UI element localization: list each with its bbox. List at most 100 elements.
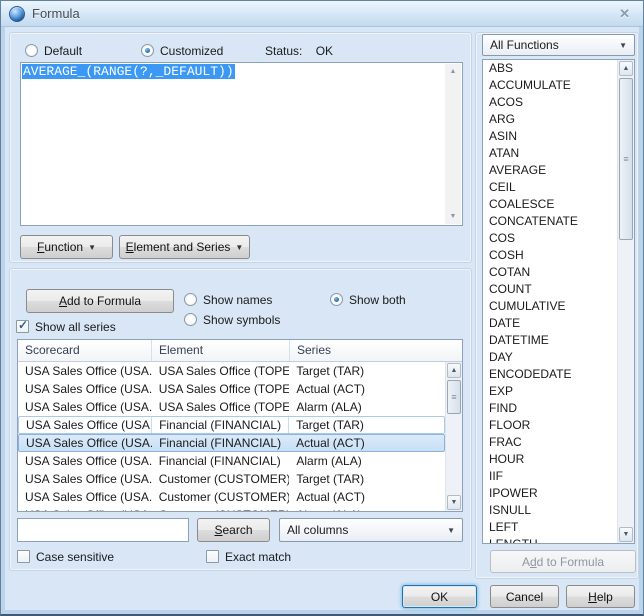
- function-list-scrollbar[interactable]: ▲ ≡ ▼: [617, 60, 634, 543]
- table-cell: USA Sales Office (USA...: [18, 506, 152, 511]
- function-list-item[interactable]: ISNULL: [483, 502, 617, 519]
- table-row[interactable]: USA Sales Office (USA...Customer (CUSTOM…: [18, 488, 445, 506]
- table-cell: Financial (FINANCIAL): [152, 417, 290, 433]
- checkbox-show-all-series[interactable]: Show all series: [16, 318, 116, 334]
- function-list-item[interactable]: DATETIME: [483, 332, 617, 349]
- function-list-item[interactable]: FLOOR: [483, 417, 617, 434]
- radio-default-label: Default: [44, 43, 83, 58]
- scroll-up-icon[interactable]: ▲: [447, 363, 461, 378]
- function-list-item[interactable]: LENGTH: [483, 536, 617, 543]
- table-row[interactable]: USA Sales Office (USA... Financial (FINAN…: [18, 416, 445, 434]
- table-cell: Actual (ACT): [296, 490, 366, 504]
- scroll-down-icon[interactable]: ▼: [447, 495, 461, 510]
- cancel-button[interactable]: Cancel: [490, 585, 559, 608]
- function-list-item[interactable]: EXP: [483, 383, 617, 400]
- radio-show-symbols[interactable]: Show symbols: [184, 312, 280, 327]
- radio-show-names-icon: [184, 293, 197, 306]
- checkbox-exact-match-icon: [206, 550, 219, 563]
- column-header-series[interactable]: Series: [290, 340, 446, 361]
- add-to-formula-button[interactable]: Add to Formula: [26, 289, 174, 313]
- element-and-series-menu-button[interactable]: Element and Series ▼: [119, 235, 250, 259]
- table-cell: USA Sales Office (USA...: [25, 472, 152, 486]
- function-list-item[interactable]: CONCATENATE: [483, 213, 617, 230]
- ok-button[interactable]: OK: [402, 585, 477, 608]
- radio-customized-icon: [141, 44, 154, 57]
- column-header-element[interactable]: Element: [152, 340, 290, 361]
- function-list-item[interactable]: AVERAGE: [483, 162, 617, 179]
- table-cell: Alarm (ALA): [296, 400, 362, 414]
- function-list-item[interactable]: IIF: [483, 468, 617, 485]
- function-list-item[interactable]: COSH: [483, 247, 617, 264]
- table-cell: Customer (CUSTOMER): [152, 506, 290, 511]
- function-list-item[interactable]: ARG: [483, 111, 617, 128]
- status-text: Status: OK: [265, 44, 333, 58]
- formula-editor[interactable]: AVERAGE_(RANGE(?,_DEFAULT)) ▲ ▼: [20, 62, 463, 226]
- radio-show-names-label: Show names: [203, 292, 273, 307]
- table-scrollbar-thumb[interactable]: ≡: [447, 380, 461, 414]
- table-cell: USA Sales Office (TOPE...: [158, 382, 290, 396]
- table-cell: Financial (FINANCIAL): [158, 454, 281, 468]
- formula-scrollbar[interactable]: ▲ ▼: [445, 64, 461, 224]
- function-list-item[interactable]: FIND: [483, 400, 617, 417]
- radio-show-names[interactable]: Show names: [184, 292, 272, 307]
- table-cell: Target (TAR): [296, 364, 365, 378]
- function-list-item[interactable]: DAY: [483, 349, 617, 366]
- element-and-series-label: Element and Series: [125, 240, 231, 254]
- scroll-up-icon[interactable]: ▲: [445, 64, 461, 79]
- functions-filter-dropdown[interactable]: All Functions ▼: [482, 34, 635, 56]
- function-list-item[interactable]: COS: [483, 230, 617, 247]
- radio-customized[interactable]: Customized: [141, 43, 223, 58]
- search-button[interactable]: Search: [197, 518, 270, 542]
- table-scrollbar[interactable]: ▲ ≡ ▼: [445, 362, 462, 511]
- function-scrollbar-thumb[interactable]: ≡: [619, 78, 633, 240]
- radio-default[interactable]: Default: [25, 43, 82, 58]
- table-row[interactable]: USA Sales Office (USA...Customer (CUSTOM…: [18, 506, 445, 511]
- function-list-item[interactable]: CUMULATIVE: [483, 298, 617, 315]
- scroll-down-icon[interactable]: ▼: [619, 527, 633, 542]
- function-list-item[interactable]: ACCUMULATE: [483, 77, 617, 94]
- functions-filter-value: All Functions: [490, 38, 559, 52]
- function-list-item[interactable]: IPOWER: [483, 485, 617, 502]
- function-list-item[interactable]: DATE: [483, 315, 617, 332]
- search-input[interactable]: [17, 518, 189, 542]
- checkbox-exact-match[interactable]: Exact match: [206, 549, 291, 564]
- scroll-down-icon[interactable]: ▼: [445, 209, 461, 224]
- functions-add-to-formula-button[interactable]: Add to Formula: [490, 550, 636, 573]
- function-list-item[interactable]: COUNT: [483, 281, 617, 298]
- function-list-item[interactable]: ACOS: [483, 94, 617, 111]
- scroll-up-icon[interactable]: ▲: [619, 61, 633, 76]
- table-row[interactable]: USA Sales Office (USA... Financial (FINAN…: [18, 452, 445, 470]
- table-row[interactable]: USA Sales Office (USA... USA Sales Office…: [18, 398, 445, 416]
- close-icon[interactable]: ✕: [619, 6, 630, 22]
- radio-show-both[interactable]: Show both: [330, 292, 406, 307]
- function-menu-button[interactable]: Function ▼: [20, 235, 113, 259]
- function-list-item[interactable]: FRAC: [483, 434, 617, 451]
- radio-show-both-label: Show both: [349, 292, 406, 307]
- column-header-scorecard[interactable]: Scorecard: [18, 340, 152, 361]
- function-list-item[interactable]: HOUR: [483, 451, 617, 468]
- title-bar[interactable]: Formula ✕: [1, 1, 643, 27]
- function-list-item[interactable]: ENCODEDATE: [483, 366, 617, 383]
- table-row[interactable]: USA Sales Office (USA... USA Sales Office…: [18, 380, 445, 398]
- columns-dropdown[interactable]: All columns ▼: [279, 518, 463, 542]
- checkbox-case-sensitive[interactable]: Case sensitive: [17, 549, 114, 564]
- radio-show-symbols-label: Show symbols: [203, 312, 281, 327]
- function-list-item[interactable]: ABS: [483, 60, 617, 77]
- window-title: Formula: [32, 6, 80, 21]
- help-button[interactable]: Help: [566, 585, 635, 608]
- chevron-down-icon: ▼: [88, 243, 96, 252]
- search-button-label: Search: [214, 523, 253, 537]
- function-list-item[interactable]: COTAN: [483, 264, 617, 281]
- function-list-item[interactable]: LEFT: [483, 519, 617, 536]
- formula-dialog: Formula ✕ Default Customized Status: OK …: [0, 0, 644, 616]
- function-list-item[interactable]: COALESCE: [483, 196, 617, 213]
- radio-default-icon: [25, 44, 38, 57]
- function-list-item[interactable]: ASIN: [483, 128, 617, 145]
- table-cell: USA Sales Office (USA...: [26, 436, 153, 450]
- table-row[interactable]: USA Sales Office (USA... Financial (FINAN…: [18, 434, 445, 452]
- table-row[interactable]: USA Sales Office (USA... Customer (CUSTOM…: [18, 470, 445, 488]
- function-list-item[interactable]: CEIL: [483, 179, 617, 196]
- table-cell: Customer (CUSTOMER): [158, 472, 290, 486]
- function-list-item[interactable]: ATAN: [483, 145, 617, 162]
- table-row[interactable]: USA Sales Office (USA... USA Sales Office…: [18, 362, 445, 380]
